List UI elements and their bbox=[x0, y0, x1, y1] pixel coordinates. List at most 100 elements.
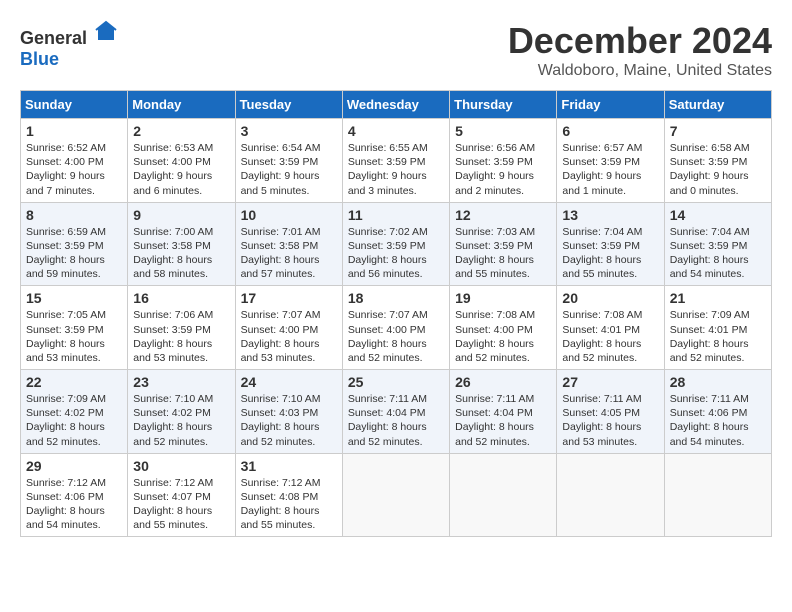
day-number: 9 bbox=[133, 207, 229, 223]
day-info: Sunrise: 6:52 AM Sunset: 4:00 PM Dayligh… bbox=[26, 141, 122, 198]
day-number: 1 bbox=[26, 123, 122, 139]
day-info: Sunrise: 7:00 AM Sunset: 3:58 PM Dayligh… bbox=[133, 225, 229, 282]
calendar-cell: 30 Sunrise: 7:12 AM Sunset: 4:07 PM Dayl… bbox=[128, 453, 235, 537]
day-info: Sunrise: 6:55 AM Sunset: 3:59 PM Dayligh… bbox=[348, 141, 444, 198]
day-info: Sunrise: 7:12 AM Sunset: 4:07 PM Dayligh… bbox=[133, 476, 229, 533]
calendar-cell: 26 Sunrise: 7:11 AM Sunset: 4:04 PM Dayl… bbox=[450, 370, 557, 454]
calendar-cell: 13 Sunrise: 7:04 AM Sunset: 3:59 PM Dayl… bbox=[557, 202, 664, 286]
day-number: 4 bbox=[348, 123, 444, 139]
day-info: Sunrise: 7:04 AM Sunset: 3:59 PM Dayligh… bbox=[562, 225, 658, 282]
day-number: 22 bbox=[26, 374, 122, 390]
calendar-cell: 24 Sunrise: 7:10 AM Sunset: 4:03 PM Dayl… bbox=[235, 370, 342, 454]
logo-general: General bbox=[20, 28, 87, 48]
day-info: Sunrise: 7:11 AM Sunset: 4:05 PM Dayligh… bbox=[562, 392, 658, 449]
day-info: Sunrise: 7:01 AM Sunset: 3:58 PM Dayligh… bbox=[241, 225, 337, 282]
calendar-cell bbox=[664, 453, 771, 537]
calendar-cell: 7 Sunrise: 6:58 AM Sunset: 3:59 PM Dayli… bbox=[664, 119, 771, 203]
day-number: 30 bbox=[133, 458, 229, 474]
calendar-cell: 23 Sunrise: 7:10 AM Sunset: 4:02 PM Dayl… bbox=[128, 370, 235, 454]
day-number: 28 bbox=[670, 374, 766, 390]
calendar-cell: 25 Sunrise: 7:11 AM Sunset: 4:04 PM Dayl… bbox=[342, 370, 449, 454]
logo-blue: Blue bbox=[20, 49, 59, 69]
day-number: 24 bbox=[241, 374, 337, 390]
day-info: Sunrise: 7:04 AM Sunset: 3:59 PM Dayligh… bbox=[670, 225, 766, 282]
day-number: 21 bbox=[670, 290, 766, 306]
day-number: 15 bbox=[26, 290, 122, 306]
day-info: Sunrise: 7:05 AM Sunset: 3:59 PM Dayligh… bbox=[26, 308, 122, 365]
day-number: 2 bbox=[133, 123, 229, 139]
day-number: 25 bbox=[348, 374, 444, 390]
day-info: Sunrise: 6:57 AM Sunset: 3:59 PM Dayligh… bbox=[562, 141, 658, 198]
day-info: Sunrise: 7:07 AM Sunset: 4:00 PM Dayligh… bbox=[348, 308, 444, 365]
calendar-cell: 31 Sunrise: 7:12 AM Sunset: 4:08 PM Dayl… bbox=[235, 453, 342, 537]
calendar-cell: 29 Sunrise: 7:12 AM Sunset: 4:06 PM Dayl… bbox=[21, 453, 128, 537]
calendar-cell: 21 Sunrise: 7:09 AM Sunset: 4:01 PM Dayl… bbox=[664, 286, 771, 370]
week-row-2: 8 Sunrise: 6:59 AM Sunset: 3:59 PM Dayli… bbox=[21, 202, 772, 286]
day-info: Sunrise: 6:58 AM Sunset: 3:59 PM Dayligh… bbox=[670, 141, 766, 198]
day-info: Sunrise: 7:09 AM Sunset: 4:02 PM Dayligh… bbox=[26, 392, 122, 449]
location-subtitle: Waldoboro, Maine, United States bbox=[508, 62, 772, 80]
calendar-cell: 3 Sunrise: 6:54 AM Sunset: 3:59 PM Dayli… bbox=[235, 119, 342, 203]
calendar-cell bbox=[450, 453, 557, 537]
calendar-cell: 5 Sunrise: 6:56 AM Sunset: 3:59 PM Dayli… bbox=[450, 119, 557, 203]
week-row-1: 1 Sunrise: 6:52 AM Sunset: 4:00 PM Dayli… bbox=[21, 119, 772, 203]
title-area: December 2024 Waldoboro, Maine, United S… bbox=[508, 20, 772, 80]
day-number: 26 bbox=[455, 374, 551, 390]
day-number: 18 bbox=[348, 290, 444, 306]
day-info: Sunrise: 6:54 AM Sunset: 3:59 PM Dayligh… bbox=[241, 141, 337, 198]
day-info: Sunrise: 7:03 AM Sunset: 3:59 PM Dayligh… bbox=[455, 225, 551, 282]
day-number: 27 bbox=[562, 374, 658, 390]
week-row-3: 15 Sunrise: 7:05 AM Sunset: 3:59 PM Dayl… bbox=[21, 286, 772, 370]
calendar-cell: 6 Sunrise: 6:57 AM Sunset: 3:59 PM Dayli… bbox=[557, 119, 664, 203]
day-info: Sunrise: 7:11 AM Sunset: 4:04 PM Dayligh… bbox=[455, 392, 551, 449]
logo: General Blue bbox=[20, 20, 118, 70]
week-row-4: 22 Sunrise: 7:09 AM Sunset: 4:02 PM Dayl… bbox=[21, 370, 772, 454]
day-number: 17 bbox=[241, 290, 337, 306]
calendar-cell: 17 Sunrise: 7:07 AM Sunset: 4:00 PM Dayl… bbox=[235, 286, 342, 370]
day-number: 3 bbox=[241, 123, 337, 139]
calendar-cell: 11 Sunrise: 7:02 AM Sunset: 3:59 PM Dayl… bbox=[342, 202, 449, 286]
day-info: Sunrise: 7:10 AM Sunset: 4:03 PM Dayligh… bbox=[241, 392, 337, 449]
day-info: Sunrise: 7:06 AM Sunset: 3:59 PM Dayligh… bbox=[133, 308, 229, 365]
day-header-monday: Monday bbox=[128, 91, 235, 119]
day-number: 16 bbox=[133, 290, 229, 306]
calendar-cell: 8 Sunrise: 6:59 AM Sunset: 3:59 PM Dayli… bbox=[21, 202, 128, 286]
calendar-cell: 9 Sunrise: 7:00 AM Sunset: 3:58 PM Dayli… bbox=[128, 202, 235, 286]
week-row-5: 29 Sunrise: 7:12 AM Sunset: 4:06 PM Dayl… bbox=[21, 453, 772, 537]
day-info: Sunrise: 7:08 AM Sunset: 4:01 PM Dayligh… bbox=[562, 308, 658, 365]
day-number: 31 bbox=[241, 458, 337, 474]
day-number: 19 bbox=[455, 290, 551, 306]
month-year-title: December 2024 bbox=[508, 20, 772, 62]
calendar-cell bbox=[557, 453, 664, 537]
day-header-wednesday: Wednesday bbox=[342, 91, 449, 119]
calendar-cell: 19 Sunrise: 7:08 AM Sunset: 4:00 PM Dayl… bbox=[450, 286, 557, 370]
logo-icon bbox=[94, 20, 118, 44]
calendar-cell: 22 Sunrise: 7:09 AM Sunset: 4:02 PM Dayl… bbox=[21, 370, 128, 454]
day-info: Sunrise: 7:12 AM Sunset: 4:08 PM Dayligh… bbox=[241, 476, 337, 533]
day-number: 14 bbox=[670, 207, 766, 223]
day-number: 29 bbox=[26, 458, 122, 474]
day-info: Sunrise: 7:07 AM Sunset: 4:00 PM Dayligh… bbox=[241, 308, 337, 365]
day-info: Sunrise: 7:11 AM Sunset: 4:04 PM Dayligh… bbox=[348, 392, 444, 449]
day-info: Sunrise: 6:53 AM Sunset: 4:00 PM Dayligh… bbox=[133, 141, 229, 198]
calendar-cell: 16 Sunrise: 7:06 AM Sunset: 3:59 PM Dayl… bbox=[128, 286, 235, 370]
day-number: 10 bbox=[241, 207, 337, 223]
day-number: 5 bbox=[455, 123, 551, 139]
calendar-cell: 15 Sunrise: 7:05 AM Sunset: 3:59 PM Dayl… bbox=[21, 286, 128, 370]
header: General Blue December 2024 Waldoboro, Ma… bbox=[20, 20, 772, 80]
day-number: 6 bbox=[562, 123, 658, 139]
calendar-cell: 18 Sunrise: 7:07 AM Sunset: 4:00 PM Dayl… bbox=[342, 286, 449, 370]
day-header-saturday: Saturday bbox=[664, 91, 771, 119]
calendar-cell bbox=[342, 453, 449, 537]
logo-text: General Blue bbox=[20, 20, 118, 70]
day-number: 23 bbox=[133, 374, 229, 390]
day-info: Sunrise: 7:10 AM Sunset: 4:02 PM Dayligh… bbox=[133, 392, 229, 449]
day-header-friday: Friday bbox=[557, 91, 664, 119]
day-info: Sunrise: 7:11 AM Sunset: 4:06 PM Dayligh… bbox=[670, 392, 766, 449]
day-info: Sunrise: 7:09 AM Sunset: 4:01 PM Dayligh… bbox=[670, 308, 766, 365]
day-info: Sunrise: 6:56 AM Sunset: 3:59 PM Dayligh… bbox=[455, 141, 551, 198]
day-number: 8 bbox=[26, 207, 122, 223]
day-header-sunday: Sunday bbox=[21, 91, 128, 119]
day-info: Sunrise: 7:08 AM Sunset: 4:00 PM Dayligh… bbox=[455, 308, 551, 365]
calendar-cell: 10 Sunrise: 7:01 AM Sunset: 3:58 PM Dayl… bbox=[235, 202, 342, 286]
